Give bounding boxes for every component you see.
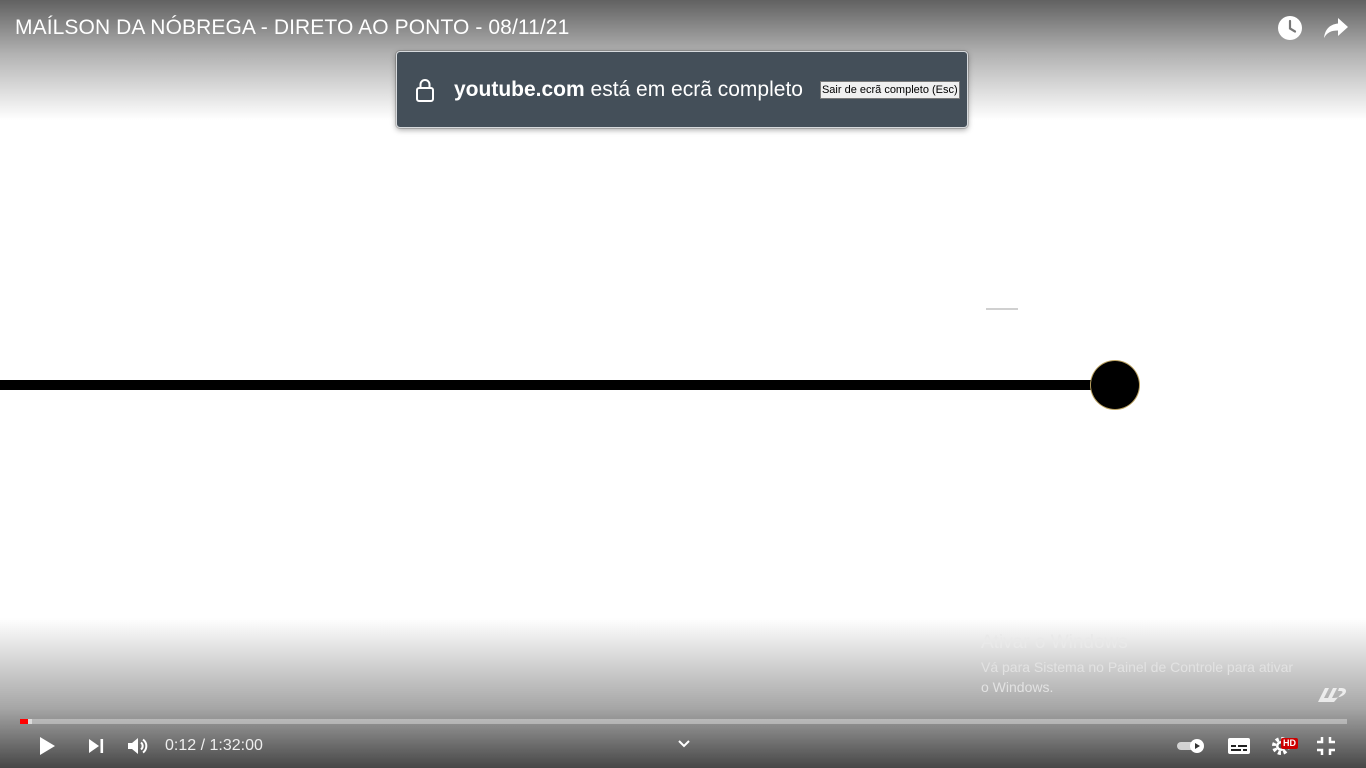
watermark-line-1: Vá para Sistema no Painel de Controle pa… [981,659,1294,675]
watermark-heading: Ativar o Windows [981,632,1128,653]
subtitles-icon[interactable] [1226,728,1252,764]
video-player[interactable]: MAÍLSON DA NÓBREGA - DIRETO AO PONTO - 0… [0,0,1366,768]
hd-badge: HD [1281,738,1298,749]
watch-later-icon[interactable] [1276,14,1304,42]
lock-icon [415,77,435,103]
control-bar: 0:12 / 1:32:00 [0,728,1366,768]
video-frame-dash [986,308,1018,310]
time-display: 0:12 / 1:32:00 [165,737,263,755]
progress-bar[interactable] [20,719,1347,724]
fullscreen-message: está em ecrã completo [584,77,803,101]
channel-logo-icon [1316,686,1348,704]
current-time: 0:12 [165,737,197,754]
windows-activation-watermark: Ativar o Windows Vá para Sistema no Pain… [981,632,1321,697]
fullscreen-notice-text: youtube.com está em ecrã completo [454,78,803,102]
fullscreen-notice: youtube.com está em ecrã completo Sair d… [396,51,968,128]
video-title[interactable]: MAÍLSON DA NÓBREGA - DIRETO AO PONTO - 0… [15,16,569,40]
play-button[interactable] [34,728,60,764]
video-frame-line [0,380,1110,390]
watermark-line-2: o Windows. [981,679,1054,695]
autoplay-toggle[interactable] [1176,728,1206,764]
exit-fullscreen-icon[interactable] [1314,728,1338,764]
share-icon[interactable] [1322,14,1350,42]
video-frame-dot [1091,361,1139,409]
chevron-down-icon[interactable] [675,736,693,752]
next-button[interactable] [84,728,108,764]
time-separator: / [196,737,210,754]
progress-played [20,719,28,724]
fullscreen-domain: youtube.com [454,77,585,101]
volume-icon[interactable] [125,728,151,764]
exit-fullscreen-button[interactable]: Sair de ecrã completo (Esc) [819,80,960,99]
duration: 1:32:00 [209,737,263,754]
top-actions [1276,14,1350,42]
